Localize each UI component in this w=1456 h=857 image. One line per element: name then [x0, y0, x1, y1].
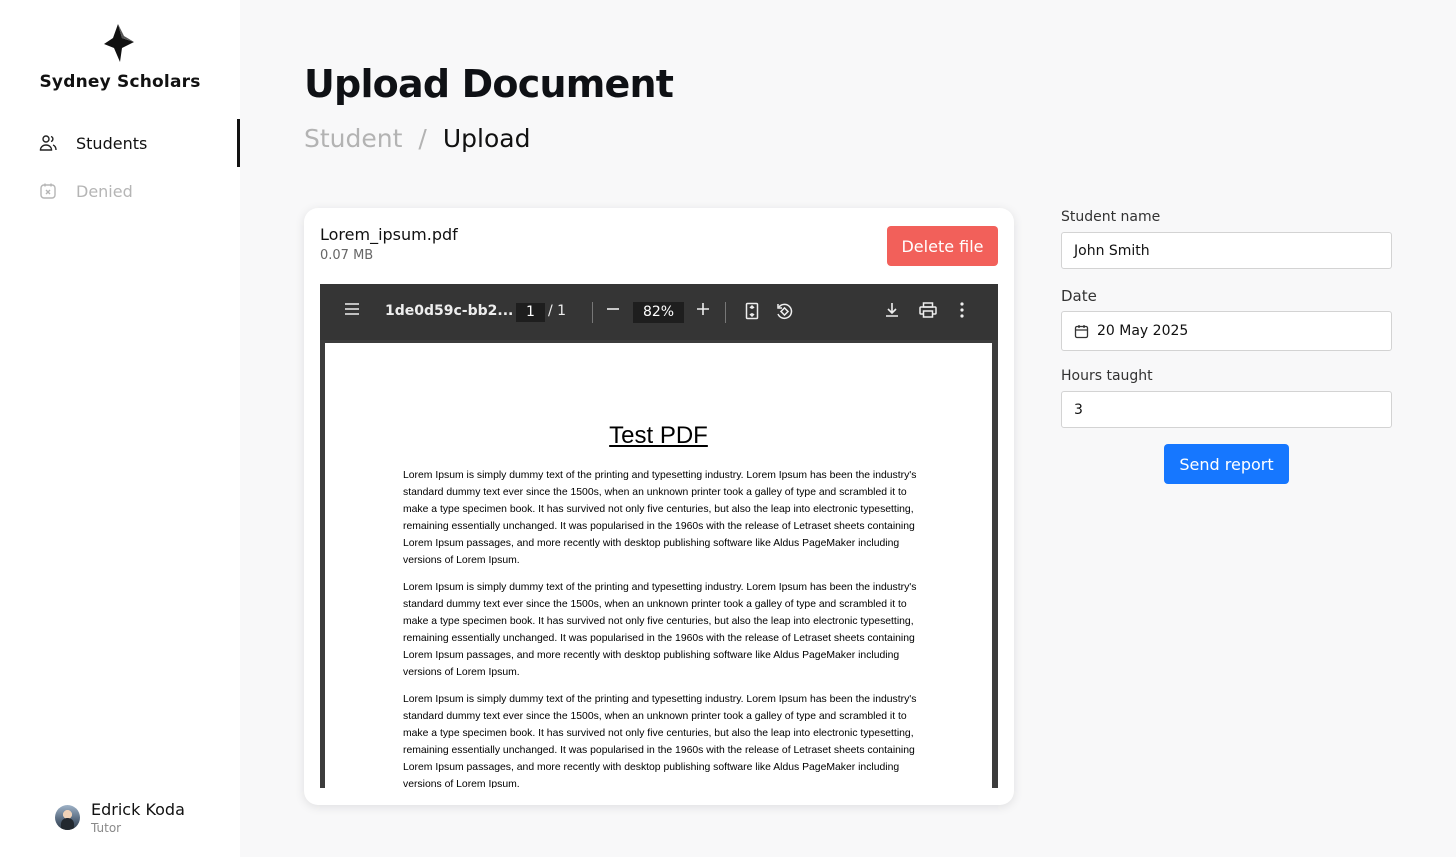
breadcrumb-separator: /	[418, 124, 427, 153]
file-name: Lorem_ipsum.pdf	[320, 225, 458, 244]
print-icon[interactable]	[919, 302, 937, 318]
student-name-label: Student name	[1061, 209, 1161, 225]
calendar-x-icon	[38, 181, 58, 201]
file-card: Lorem_ipsum.pdf 0.07 MB Delete file 1de0…	[304, 208, 1014, 805]
page-title: Upload Document	[304, 62, 674, 106]
breadcrumb-current: Upload	[442, 124, 531, 153]
zoom-in-icon[interactable]	[696, 302, 710, 316]
menu-icon[interactable]	[344, 302, 360, 316]
pdf-document-title: 1de0d59c-bb2...	[385, 303, 514, 319]
toolbar-divider	[725, 302, 726, 323]
sidebar-item-label: Students	[76, 133, 148, 153]
breadcrumb-student-link[interactable]: Student	[304, 124, 402, 153]
delete-file-button[interactable]: Delete file	[887, 226, 998, 266]
student-name-input[interactable]: John Smith	[1061, 232, 1392, 269]
brand-name: Sydney Scholars	[39, 72, 201, 92]
calendar-icon	[1074, 324, 1089, 339]
rotate-icon[interactable]	[775, 302, 793, 320]
date-label: Date	[1061, 287, 1097, 305]
date-value: 20 May 2025	[1097, 323, 1189, 339]
pdf-toolbar: 1de0d59c-bb2... 1 / 1 82%	[320, 284, 998, 340]
pdf-paragraph: Lorem Ipsum is simply dummy text of the …	[403, 470, 917, 566]
user-name: Edrick Koda	[91, 800, 185, 819]
sidebar-item-students[interactable]: Students	[0, 119, 240, 167]
hours-taught-input[interactable]: 3	[1061, 391, 1392, 428]
file-size: 0.07 MB	[320, 248, 374, 263]
page-total: / 1	[548, 303, 567, 319]
user-profile[interactable]: Edrick Koda Tutor	[55, 800, 185, 835]
pdf-paragraph: Lorem Ipsum is simply dummy text of the …	[403, 694, 917, 788]
student-name-value: John Smith	[1074, 242, 1150, 259]
zoom-out-icon[interactable]	[606, 302, 620, 316]
user-role: Tutor	[91, 821, 122, 835]
users-icon	[38, 133, 58, 153]
hours-taught-value: 3	[1074, 401, 1083, 418]
download-icon[interactable]	[884, 302, 900, 318]
brand-logo-icon[interactable]	[104, 24, 134, 62]
page-number-input[interactable]: 1	[516, 303, 545, 322]
sidebar-item-denied[interactable]: Denied	[0, 167, 240, 215]
fit-page-icon[interactable]	[745, 302, 759, 320]
avatar	[55, 805, 80, 830]
pdf-heading: Test PDF	[609, 422, 708, 449]
send-report-button[interactable]: Send report	[1164, 444, 1289, 484]
hours-taught-label: Hours taught	[1061, 368, 1153, 384]
zoom-level-input[interactable]: 82%	[633, 302, 684, 323]
pdf-viewer: 1de0d59c-bb2... 1 / 1 82% Test PDF Lorem…	[320, 284, 998, 788]
date-picker[interactable]: 20 May 2025	[1061, 311, 1392, 351]
sidebar: Sydney Scholars Students Denied Edrick K…	[0, 0, 240, 857]
pdf-page: Test PDF Lorem Ipsum is simply dummy tex…	[325, 343, 992, 788]
more-options-icon[interactable]	[960, 302, 964, 318]
pdf-paragraph: Lorem Ipsum is simply dummy text of the …	[403, 582, 917, 678]
toolbar-divider	[592, 302, 593, 323]
breadcrumb: Student / Upload	[304, 124, 530, 153]
sidebar-item-label: Denied	[76, 181, 133, 201]
